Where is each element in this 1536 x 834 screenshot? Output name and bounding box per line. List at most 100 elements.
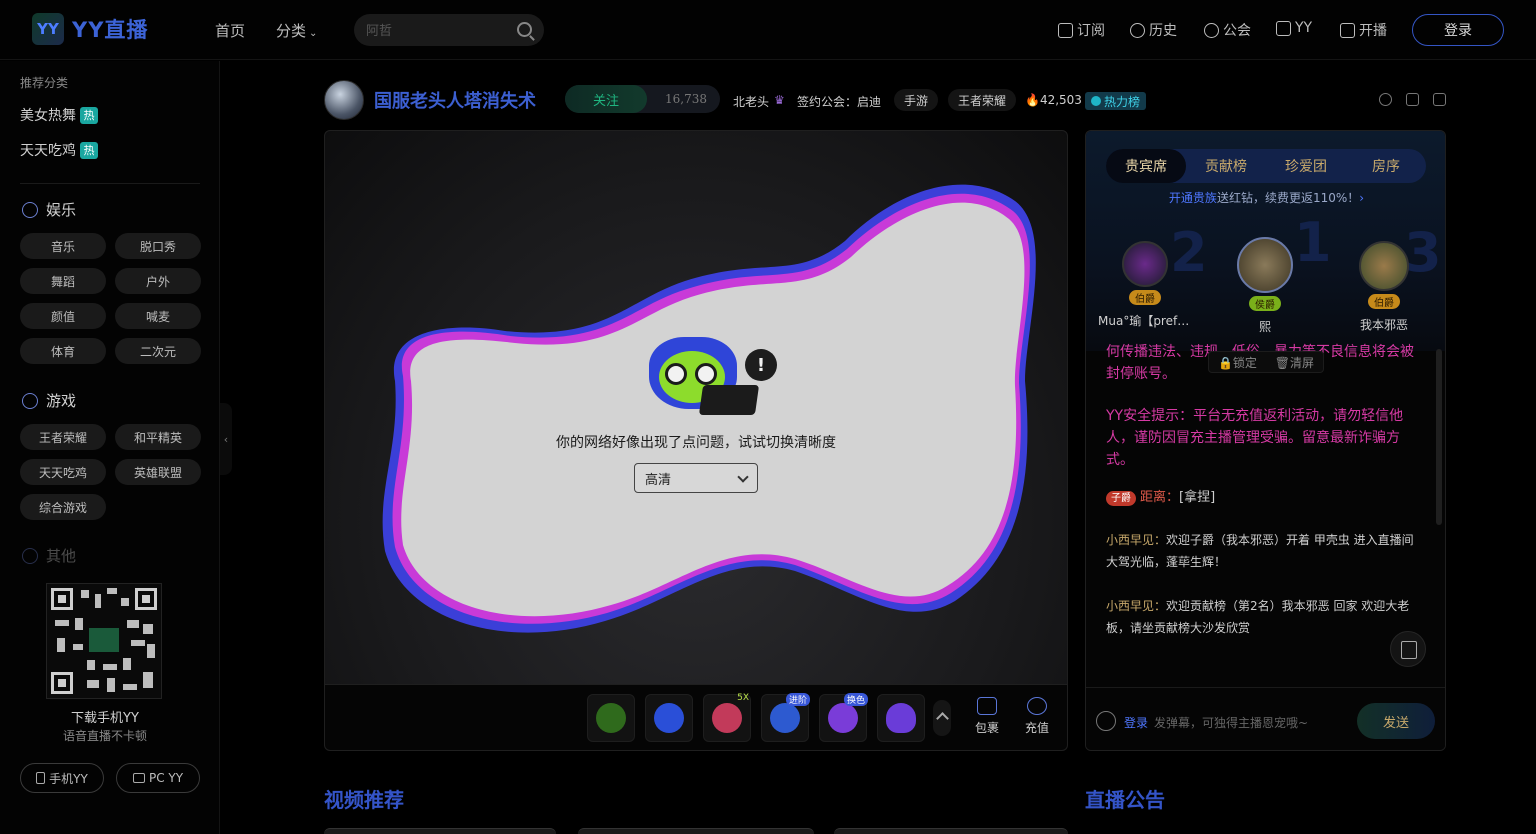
- gift-item[interactable]: [587, 694, 635, 742]
- host-avatar[interactable]: [324, 80, 364, 120]
- follow-button[interactable]: 关注: [565, 85, 647, 113]
- bag-button[interactable]: 包裹: [967, 697, 1007, 736]
- laptop-icon: [698, 385, 760, 415]
- gift-icon: [828, 703, 858, 733]
- nav-category[interactable]: 分类 ⌄: [276, 20, 317, 41]
- gift-item[interactable]: 5X: [703, 693, 751, 742]
- follow-group: 关注 16,738: [565, 85, 720, 113]
- pc-yy-button[interactable]: PC YY: [116, 763, 200, 793]
- chat-scrollbar[interactable]: [1436, 349, 1442, 525]
- follow-count: 16,738: [665, 92, 707, 106]
- gift-icon: [770, 703, 800, 733]
- sidebar-hot-item[interactable]: 美女热舞热: [20, 105, 98, 125]
- recharge-button[interactable]: 充值: [1017, 697, 1057, 736]
- gift-item[interactable]: [877, 694, 925, 742]
- send-button[interactable]: 发送: [1357, 703, 1435, 739]
- tab-room-order[interactable]: 房序: [1346, 149, 1426, 183]
- chip[interactable]: 综合游戏: [20, 494, 106, 520]
- tab-contribution[interactable]: 贡献榜: [1186, 149, 1266, 183]
- logo[interactable]: YY YY直播: [32, 13, 148, 45]
- alert-icon: !: [745, 349, 777, 381]
- mobile-yy-button[interactable]: 手机YY: [20, 763, 104, 793]
- sidebar-hot-item[interactable]: 天天吃鸡热: [20, 140, 98, 160]
- share-icon[interactable]: [1406, 93, 1419, 106]
- quality-value: 高清: [645, 472, 672, 488]
- video-thumb[interactable]: [324, 828, 556, 834]
- rank-card[interactable]: 伯爵 Mua°瑜【prefere...: [1090, 241, 1200, 329]
- video-thumb[interactable]: [578, 828, 814, 834]
- tab-fan-club[interactable]: 珍爱团: [1266, 149, 1346, 183]
- chat-user[interactable]: 小西早见: [1106, 533, 1154, 547]
- host-name[interactable]: 北老头: [733, 93, 769, 110]
- section-games[interactable]: 游戏: [22, 390, 76, 411]
- recharge-label: 充值: [1024, 721, 1049, 735]
- top-link-guild[interactable]: 公会: [1204, 20, 1251, 40]
- chat-message: 小西早见：欢迎子爵（我本邪恶）开着 甲壳虫 进入直播间 大驾光临，蓬荜生辉！: [1106, 529, 1426, 573]
- mobile-yy-label: 手机YY: [49, 771, 88, 786]
- chat-user[interactable]: 小西早见: [1106, 599, 1154, 613]
- rank-card[interactable]: 伯爵 我本邪恶: [1329, 241, 1439, 333]
- phone-icon[interactable]: [1433, 93, 1446, 106]
- report-icon[interactable]: [1379, 93, 1392, 106]
- chip[interactable]: 舞蹈: [20, 268, 106, 294]
- gift-badge: 进阶: [785, 693, 810, 706]
- gift-item[interactable]: [645, 694, 693, 742]
- video-thumb[interactable]: [834, 828, 1068, 834]
- coin-icon: [1027, 697, 1047, 715]
- logo-icon: YY: [32, 13, 64, 45]
- top-link-subscribe[interactable]: 订阅: [1058, 20, 1105, 40]
- top-link-history[interactable]: 历史: [1130, 20, 1177, 40]
- room-tag[interactable]: 手游: [894, 89, 939, 111]
- chip[interactable]: 脱口秀: [115, 233, 201, 259]
- chat-login-link[interactable]: 登录: [1124, 714, 1148, 731]
- chat-input[interactable]: 发弹幕，可独得主播恩宠哦~: [1154, 714, 1308, 731]
- heat-value: 🔥42,503: [1025, 93, 1082, 107]
- chip[interactable]: 喊麦: [115, 303, 201, 329]
- chip[interactable]: 颜值: [20, 303, 106, 329]
- nav-home[interactable]: 首页: [215, 20, 245, 41]
- chevron-down-icon: [737, 471, 749, 483]
- guild-label[interactable]: 签约公会：启迪: [797, 93, 881, 110]
- chip[interactable]: 二次元: [115, 338, 201, 364]
- clear-button[interactable]: 🗑清屏: [1275, 354, 1314, 371]
- flame-icon: 🔥: [1025, 93, 1040, 107]
- search-icon[interactable]: [517, 22, 532, 37]
- sidebar-collapse-toggle[interactable]: ‹: [220, 403, 232, 475]
- chat-user[interactable]: 距离: [1140, 490, 1166, 505]
- tab-vip[interactable]: 贵宾席: [1106, 149, 1186, 183]
- emoji-icon[interactable]: [1096, 711, 1116, 731]
- top-link-yy[interactable]: YY: [1276, 20, 1312, 36]
- ranking-header: 贵宾席 贡献榜 珍爱团 房序 开通贵族送红钻，续费更返110%！› 2 1 3 …: [1086, 131, 1445, 351]
- chip[interactable]: 音乐: [20, 233, 106, 259]
- gift-icon: [712, 703, 742, 733]
- top-link-label: 订阅: [1077, 23, 1105, 39]
- chat-message: 小西早见：欢迎贡献榜（第2名）我本邪恶 回家 欢迎大老板，请坐贡献榜大沙发欣赏: [1106, 595, 1426, 639]
- chart-icon: [1276, 20, 1291, 36]
- heat-rank-badge[interactable]: 热力榜: [1085, 92, 1147, 110]
- gift-item[interactable]: 进阶: [761, 693, 810, 742]
- login-button[interactable]: 登录: [1412, 14, 1504, 46]
- chip[interactable]: 体育: [20, 338, 106, 364]
- search-input[interactable]: [366, 21, 506, 39]
- chip[interactable]: 天天吃鸡: [20, 459, 106, 485]
- room-tag[interactable]: 王者荣耀: [948, 89, 1017, 111]
- expand-gifts-button[interactable]: [933, 700, 951, 736]
- quality-select[interactable]: 高清: [634, 463, 758, 493]
- section-entertainment[interactable]: 娱乐: [22, 199, 76, 220]
- chat-settings-button[interactable]: [1390, 631, 1426, 667]
- chip[interactable]: 户外: [115, 268, 201, 294]
- video-player[interactable]: !: [324, 130, 1068, 685]
- rank-name: 熙: [1258, 320, 1271, 334]
- section-other[interactable]: 其他: [22, 545, 76, 566]
- pc-yy-label: PC YY: [148, 771, 184, 785]
- network-error-message: 你的网络好像出现了点问题，试试切换清晰度: [556, 435, 836, 451]
- gift-item[interactable]: 换色: [819, 693, 868, 742]
- heat-number: 42,503: [1039, 93, 1082, 107]
- rank-card[interactable]: 侯爵 熙: [1210, 237, 1320, 335]
- lock-button[interactable]: 🔒锁定: [1218, 354, 1257, 371]
- chip[interactable]: 英雄联盟: [115, 459, 201, 485]
- chip[interactable]: 和平精英: [115, 424, 201, 450]
- chip[interactable]: 王者荣耀: [20, 424, 106, 450]
- top-link-broadcast[interactable]: 开播: [1340, 20, 1387, 40]
- vip-promo[interactable]: 开通贵族送红钻，续费更返110%！›: [1086, 189, 1445, 206]
